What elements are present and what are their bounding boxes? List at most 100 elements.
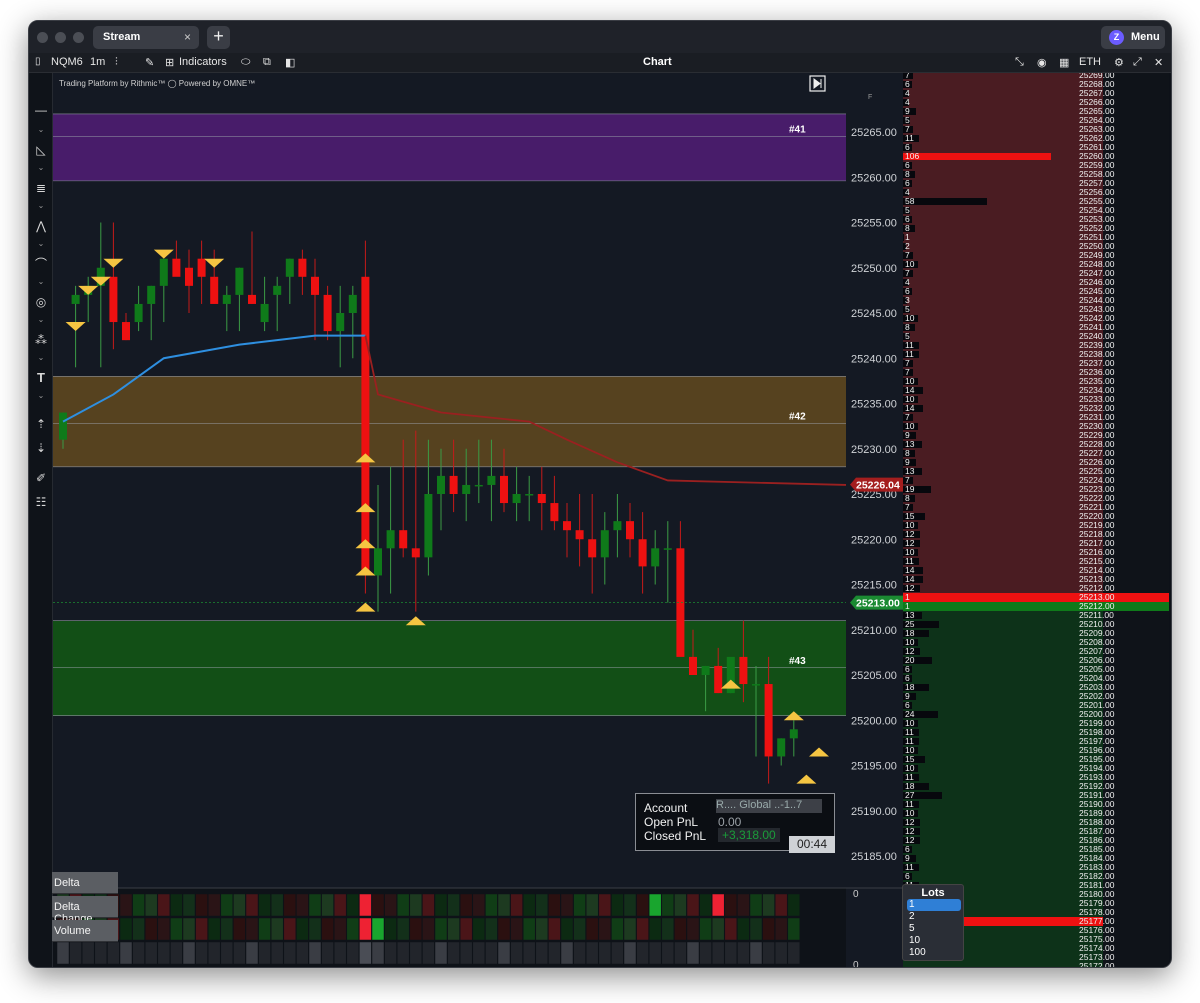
dom-row[interactable]: 12 25218.00 (903, 530, 1169, 539)
dom-row[interactable]: 10 25233.00 (903, 395, 1169, 404)
dom-row[interactable]: 13 25228.00 (903, 440, 1169, 449)
dom-row[interactable]: 7 25269.00 (903, 73, 1169, 80)
dom-row[interactable]: 9 25265.00 (903, 107, 1169, 116)
dom-row[interactable]: 10 25196.00 (903, 746, 1169, 755)
indicators-button[interactable]: Indicators (179, 56, 227, 68)
chevron-down-icon[interactable]: ⌄ (36, 125, 46, 134)
dom-row[interactable]: 13 25211.00 (903, 611, 1169, 620)
brush-icon[interactable]: ✐ (33, 471, 49, 485)
dom-row[interactable]: 10 25219.00 (903, 521, 1169, 530)
layout-icon[interactable]: ⧉ (263, 56, 271, 69)
dom-row[interactable]: 10 25208.00 (903, 638, 1169, 647)
horizontal-line-icon[interactable]: — (33, 103, 49, 117)
chevron-down-icon[interactable]: ⌄ (36, 315, 46, 324)
dom-row[interactable]: 10 25216.00 (903, 548, 1169, 557)
dom-row[interactable]: 15 25220.00 (903, 512, 1169, 521)
dom-row[interactable]: 10 25248.00 (903, 260, 1169, 269)
minimize-window-icon[interactable] (55, 32, 66, 43)
dom-row[interactable]: 10 25199.00 (903, 719, 1169, 728)
dom-row[interactable]: 7 25221.00 (903, 503, 1169, 512)
calendar-icon[interactable]: ▦ (1059, 56, 1069, 69)
dom-row[interactable]: 12 25188.00 (903, 818, 1169, 827)
dom-row[interactable]: 8 25258.00 (903, 170, 1169, 179)
dom-row[interactable]: 5 25264.00 (903, 116, 1169, 125)
dom-row[interactable]: 7 25249.00 (903, 251, 1169, 260)
triangle-shape-icon[interactable]: ◺ (33, 143, 49, 157)
dom-row[interactable]: 7 25224.00 (903, 476, 1169, 485)
dom-row[interactable]: 5 25254.00 (903, 206, 1169, 215)
dom-row[interactable]: 1 25212.00 (903, 602, 1169, 611)
dom-row[interactable]: 7 25236.00 (903, 368, 1169, 377)
dom-row[interactable]: 6 25253.00 (903, 215, 1169, 224)
session-selector[interactable]: ETH (1079, 56, 1101, 68)
dom-row[interactable]: 6 25182.00 (903, 872, 1169, 881)
dom-row[interactable]: 6 25257.00 (903, 179, 1169, 188)
lot-option[interactable]: 2 (907, 911, 961, 923)
close-tab-icon[interactable]: × (184, 30, 191, 44)
menu-button[interactable]: Z Menu (1101, 26, 1165, 49)
dom-row[interactable]: 8 25222.00 (903, 494, 1169, 503)
dom-row[interactable]: 11 25190.00 (903, 800, 1169, 809)
chevron-down-icon[interactable]: ⌄ (36, 201, 46, 210)
objects-list-icon[interactable]: ☷ (33, 495, 49, 509)
new-tab-button[interactable]: + (207, 26, 230, 49)
dom-row[interactable]: 12 25217.00 (903, 539, 1169, 548)
short-position-icon[interactable]: ⇣ (33, 441, 49, 455)
dom-row[interactable]: 6 25261.00 (903, 143, 1169, 152)
dom-row[interactable]: 15 25195.00 (903, 755, 1169, 764)
dom-row[interactable]: 11 25183.00 (903, 863, 1169, 872)
dom-row[interactable]: 9 25229.00 (903, 431, 1169, 440)
dom-row[interactable]: 1 25251.00 (903, 233, 1169, 242)
lot-option[interactable]: 5 (907, 923, 961, 935)
chevron-down-icon[interactable]: ⌄ (36, 391, 46, 400)
dom-row[interactable]: 9 25184.00 (903, 854, 1169, 863)
panel-toggle-icon[interactable]: ◧ (285, 56, 295, 69)
collapse-icon[interactable]: ⤡ (1015, 56, 1024, 69)
dom-row[interactable]: 5 25240.00 (903, 332, 1169, 341)
target-icon[interactable]: ◎ (33, 295, 49, 309)
lot-option[interactable]: 10 (907, 935, 961, 947)
depth-of-market-ladder[interactable]: 7 25269.00 6 25268.00 4 25267.00 4 25266.00 9 252… (903, 73, 1171, 967)
expand-icon[interactable]: ⤢ (1133, 56, 1142, 69)
dom-row[interactable]: 8 25252.00 (903, 224, 1169, 233)
dom-row[interactable]: 6 25245.00 (903, 287, 1169, 296)
dom-row[interactable]: 6 25185.00 (903, 845, 1169, 854)
dom-row[interactable]: 14 25234.00 (903, 386, 1169, 395)
dom-row[interactable]: 18 25209.00 (903, 629, 1169, 638)
dom-row[interactable]: 13 25225.00 (903, 467, 1169, 476)
dom-row[interactable]: 106 25260.00 (903, 152, 1169, 161)
dom-row[interactable]: 4 25266.00 (903, 98, 1169, 107)
dom-row[interactable]: 58 25255.00 (903, 197, 1169, 206)
dom-row[interactable]: 1 25213.00 (903, 593, 1169, 602)
dom-row[interactable]: 11 25198.00 (903, 728, 1169, 737)
dom-row[interactable]: 19 25223.00 (903, 485, 1169, 494)
dom-row[interactable]: 9 25226.00 (903, 458, 1169, 467)
dom-row[interactable]: 25172.00 (903, 962, 1169, 967)
close-chart-icon[interactable]: ✕ (1154, 56, 1163, 69)
dom-row[interactable]: 20 25206.00 (903, 656, 1169, 665)
dom-row[interactable]: 12 25207.00 (903, 647, 1169, 656)
pattern-icon[interactable]: ⋀ (33, 219, 49, 233)
dom-row[interactable]: 8 25241.00 (903, 323, 1169, 332)
dom-row[interactable]: 14 25232.00 (903, 404, 1169, 413)
chevron-down-icon[interactable]: ⌄ (36, 353, 46, 362)
dom-row[interactable]: 14 25214.00 (903, 566, 1169, 575)
lots-selector[interactable]: Lots 1 2 5 10 100 (902, 884, 964, 961)
symbol-selector[interactable]: NQM6 (51, 56, 83, 68)
tab-stream[interactable]: Stream × (93, 26, 199, 49)
dom-row[interactable]: 4 25256.00 (903, 188, 1169, 197)
curve-icon[interactable]: ⌒ (33, 257, 49, 271)
lot-option[interactable]: 100 (907, 947, 961, 959)
dom-row[interactable]: 7 25263.00 (903, 125, 1169, 134)
dom-row[interactable]: 6 25201.00 (903, 701, 1169, 710)
dom-row[interactable]: 9 25202.00 (903, 692, 1169, 701)
dom-row[interactable]: 11 25262.00 (903, 134, 1169, 143)
dom-row[interactable]: 18 25192.00 (903, 782, 1169, 791)
dom-row[interactable]: 10 25235.00 (903, 377, 1169, 386)
dom-row[interactable]: 24 25200.00 (903, 710, 1169, 719)
dom-row[interactable]: 6 25205.00 (903, 665, 1169, 674)
dom-row[interactable]: 11 25238.00 (903, 350, 1169, 359)
dom-row[interactable]: 12 25212.00 (903, 584, 1169, 593)
dom-row[interactable]: 7 25237.00 (903, 359, 1169, 368)
dom-row[interactable]: 10 25194.00 (903, 764, 1169, 773)
